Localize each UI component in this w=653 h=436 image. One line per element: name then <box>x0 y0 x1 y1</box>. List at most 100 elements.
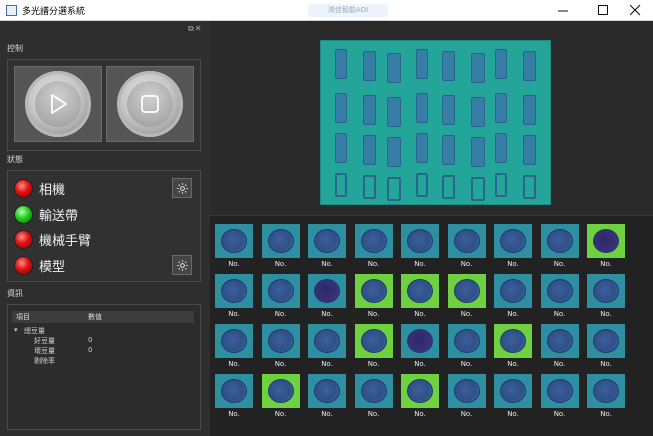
bean-image <box>593 279 619 303</box>
minimize-button[interactable] <box>545 0 581 21</box>
gear-icon <box>176 182 188 194</box>
tile-caption: No. <box>274 360 287 368</box>
result-tile[interactable] <box>401 374 439 408</box>
app-icon <box>6 5 17 16</box>
preview-bean <box>523 51 536 81</box>
tile-caption: No. <box>507 360 519 368</box>
preview-bean <box>335 133 347 163</box>
bean-image <box>500 329 526 353</box>
preview-bean <box>416 49 428 79</box>
tree-item-bad-label[interactable]: 壞豆量 <box>34 346 55 356</box>
tree-item-reject-label[interactable]: 剔除率 <box>34 356 55 366</box>
result-tile[interactable] <box>540 324 579 358</box>
result-tile[interactable] <box>354 224 393 258</box>
result-tile[interactable] <box>587 274 625 308</box>
result-tile[interactable] <box>261 374 300 408</box>
bean-image <box>407 379 433 403</box>
result-tile[interactable] <box>401 324 439 358</box>
result-tile[interactable] <box>494 374 532 408</box>
tile-caption: No. <box>460 410 473 418</box>
tile-caption: No. <box>228 360 240 368</box>
result-tile[interactable] <box>494 224 532 258</box>
result-tile[interactable] <box>447 324 486 358</box>
result-tile[interactable] <box>308 324 346 358</box>
close-button[interactable] <box>617 0 653 21</box>
info-table-header: 項目 數值 <box>12 311 194 323</box>
maximize-button[interactable] <box>585 0 621 21</box>
tile-caption: No. <box>228 310 240 318</box>
bean-image <box>360 279 387 303</box>
result-tile[interactable] <box>401 274 439 308</box>
result-tile[interactable] <box>494 274 532 308</box>
preview-bean <box>416 133 428 163</box>
model-settings-button[interactable] <box>172 255 192 275</box>
status-model: 模型 <box>14 254 65 276</box>
column-item: 項目 <box>16 313 30 321</box>
bean-image <box>546 329 573 353</box>
bean-image <box>453 379 480 403</box>
result-tile[interactable] <box>447 224 486 258</box>
info-section-label: 資訊 <box>7 289 23 298</box>
result-tile[interactable] <box>587 374 625 408</box>
result-tile[interactable] <box>540 374 579 408</box>
result-tile[interactable] <box>261 274 300 308</box>
tile-caption: No. <box>321 410 333 418</box>
result-tile[interactable] <box>401 224 439 258</box>
result-tile[interactable] <box>540 224 579 258</box>
dock-float-close-buttons[interactable]: ⧉✕ <box>188 24 202 34</box>
start-button[interactable] <box>14 66 102 142</box>
tile-caption: No. <box>600 360 612 368</box>
result-tile[interactable] <box>215 324 253 358</box>
camera-preview-image <box>320 40 551 205</box>
camera-settings-button[interactable] <box>172 178 192 198</box>
tree-item-good-label[interactable]: 好豆量 <box>34 336 55 346</box>
minimize-icon <box>557 10 568 12</box>
result-tile[interactable] <box>587 224 625 258</box>
result-tile[interactable] <box>261 324 300 358</box>
status-section-label: 狀態 <box>7 155 23 164</box>
tile-caption: No. <box>228 410 240 418</box>
tile-caption: No. <box>460 260 473 268</box>
window-title: 多光譜分選系統 <box>22 7 86 17</box>
tile-caption: No. <box>367 310 380 318</box>
bean-image <box>314 329 340 353</box>
result-tile[interactable] <box>587 324 625 358</box>
result-tile[interactable] <box>215 224 253 258</box>
result-tile[interactable] <box>215 274 253 308</box>
overlay-text: 鴻佳智能AOI <box>308 4 388 17</box>
bean-image <box>360 379 387 403</box>
result-tile[interactable] <box>494 324 532 358</box>
result-tile[interactable] <box>308 274 346 308</box>
result-tile[interactable] <box>215 374 253 408</box>
result-tile[interactable] <box>540 274 579 308</box>
column-value: 數值 <box>88 313 102 321</box>
tree-expand-icon[interactable]: ▾ <box>14 326 18 334</box>
bean-image <box>593 379 619 403</box>
bean-image <box>407 329 433 353</box>
tile-caption: No. <box>507 410 519 418</box>
preview-bean <box>335 93 347 123</box>
bean-image <box>500 229 526 253</box>
preview-bean <box>523 95 536 125</box>
tile-caption: No. <box>321 310 333 318</box>
bean-image <box>500 379 526 403</box>
status-robot-arm: 機械手臂 <box>14 228 91 250</box>
tree-root[interactable]: 總豆量 <box>24 326 45 336</box>
bean-image <box>267 379 294 403</box>
result-tile[interactable] <box>354 274 393 308</box>
status-label: 機械手臂 <box>39 233 92 249</box>
preview-bean <box>363 95 376 125</box>
result-tile[interactable] <box>354 374 393 408</box>
bean-image <box>267 279 294 303</box>
result-tile[interactable] <box>308 374 346 408</box>
preview-bean <box>471 137 485 167</box>
status-led-icon <box>14 204 33 224</box>
result-tile[interactable] <box>447 274 486 308</box>
stop-button[interactable] <box>106 66 194 142</box>
result-tile[interactable] <box>354 324 393 358</box>
maximize-icon <box>597 5 608 15</box>
result-tile[interactable] <box>261 224 300 258</box>
result-tile[interactable] <box>308 224 346 258</box>
preview-bean <box>387 177 401 201</box>
result-tile[interactable] <box>447 374 486 408</box>
